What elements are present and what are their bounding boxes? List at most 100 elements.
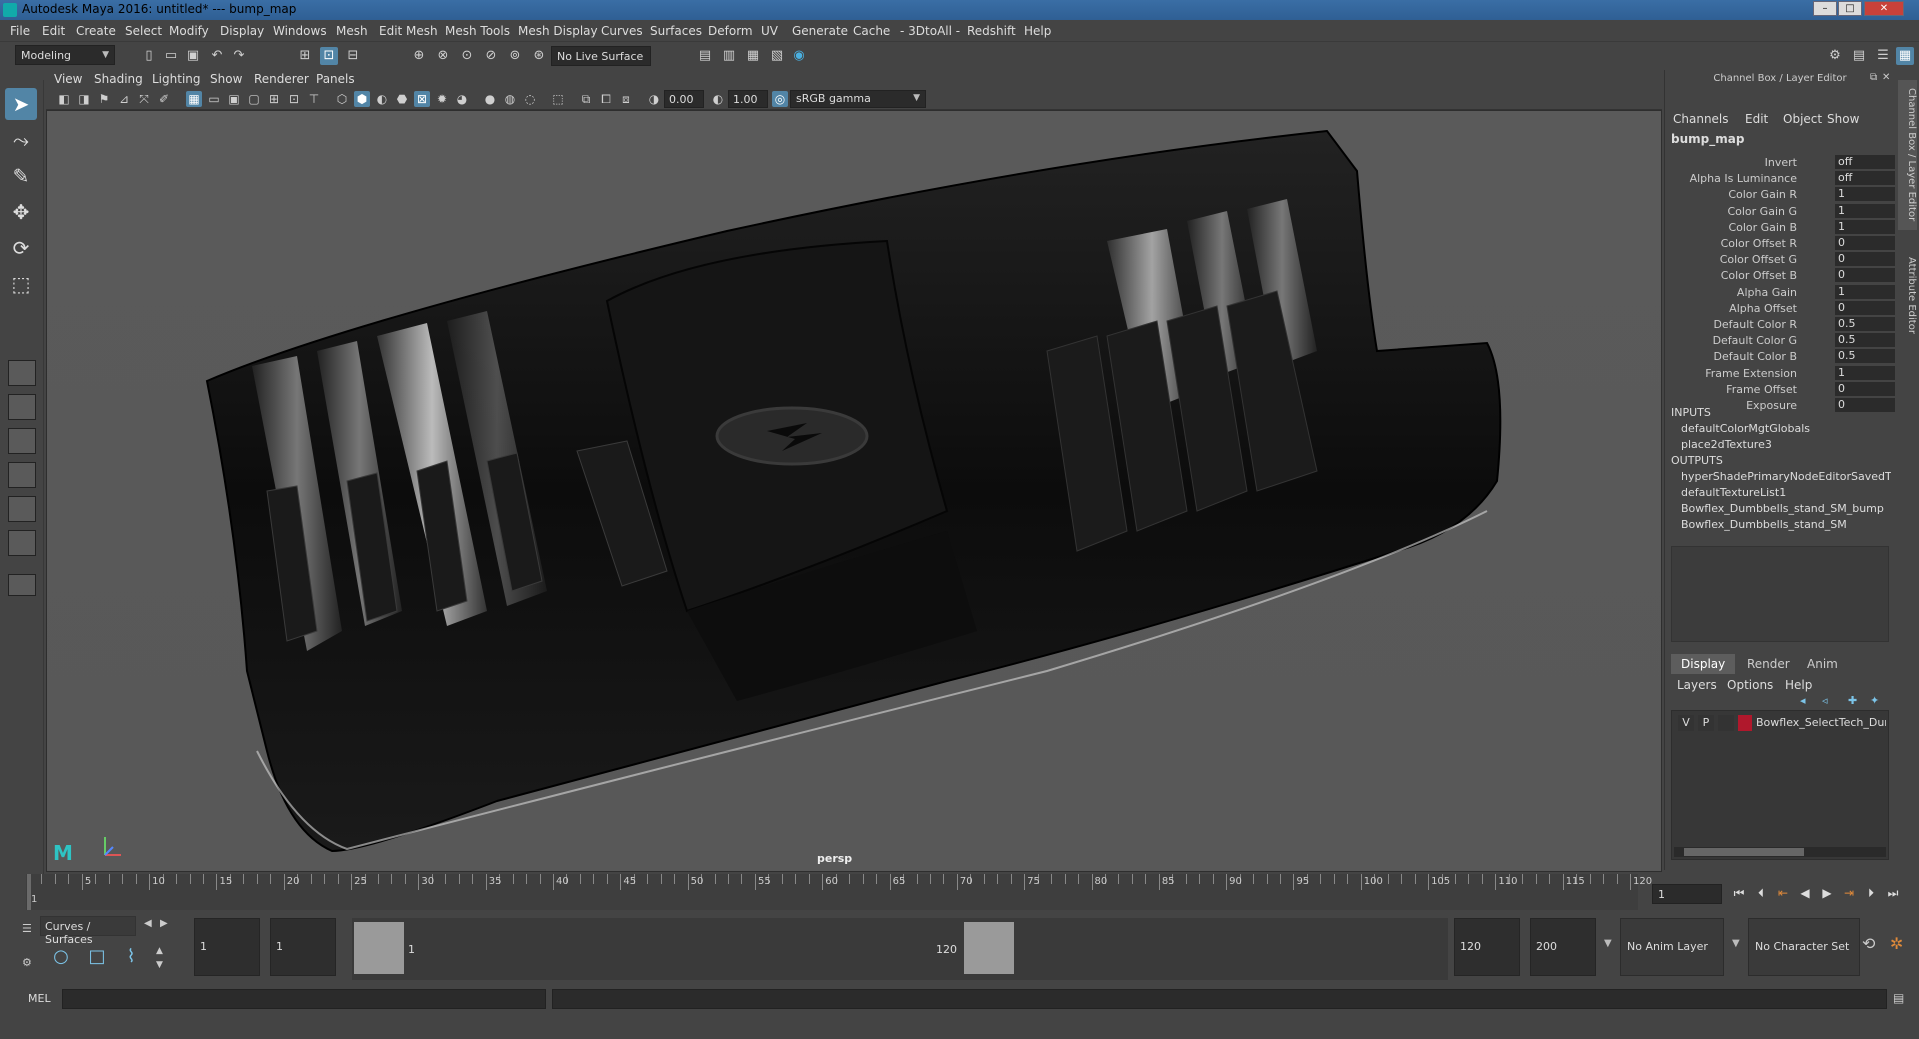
mel-input-field[interactable]	[62, 989, 546, 1009]
layer-menu-options[interactable]: Options	[1727, 678, 1773, 692]
output-node[interactable]: Bowflex_Dumbbells_stand_SM_bump	[1681, 502, 1891, 515]
open-scene-icon[interactable]: ▭	[162, 47, 180, 65]
camera-select-icon[interactable]: ◧	[56, 91, 72, 107]
attribute-value[interactable]: 0.5	[1835, 317, 1895, 331]
close-button[interactable]: ✕	[1864, 1, 1904, 16]
camera-attributes-icon[interactable]: ◨	[76, 91, 92, 107]
shelf-tab[interactable]: Curves / Surfaces	[40, 916, 136, 946]
menu-surfaces[interactable]: Surfaces	[650, 24, 702, 38]
attribute-row[interactable]: Alpha Is Luminance off	[1665, 171, 1895, 186]
select-tool-icon[interactable]: ➤	[5, 88, 37, 120]
layer-display-type[interactable]	[1718, 715, 1734, 731]
tab-render[interactable]: Render	[1737, 654, 1800, 674]
bookmark-icon[interactable]: ⚑	[96, 91, 112, 107]
xray-joints-icon[interactable]: ⧠	[598, 91, 614, 107]
menu-mesh-display[interactable]: Mesh Display	[518, 24, 598, 38]
menu-edit[interactable]: Edit	[42, 24, 65, 38]
character-set-dropdown[interactable]: No Character Set	[1748, 918, 1860, 976]
panel-menu-show[interactable]: Show	[210, 72, 242, 86]
snap-surface-icon[interactable]: ⊚	[506, 47, 524, 65]
selected-node-name[interactable]: bump_map	[1671, 132, 1744, 146]
time-ruler[interactable]: 1 5 10 15 20 25 30 35 40 45 50 55 60 65 70 75 80 85 90 95 10…	[26, 874, 1652, 910]
resolution-gate-icon[interactable]: ▣	[226, 91, 242, 107]
new-layer-selected-icon[interactable]: ✦	[1870, 694, 1879, 707]
float-panel-icon[interactable]: ⧉	[1870, 72, 1877, 83]
cb-menu-object[interactable]: Object	[1783, 112, 1822, 126]
attribute-row[interactable]: Default Color B 0.5	[1665, 349, 1895, 364]
shelf-scroll-up-icon[interactable]: ▲	[156, 946, 163, 956]
current-frame-field[interactable]: 1	[1652, 884, 1722, 904]
chevron-down-icon[interactable]: ▼	[1604, 938, 1612, 949]
live-surface-field[interactable]: No Live Surface	[551, 46, 651, 66]
attribute-value[interactable]: 0	[1835, 252, 1895, 267]
animation-end-field[interactable]: 200	[1530, 918, 1596, 976]
textured-icon[interactable]: ⊠	[414, 91, 430, 107]
tab-display[interactable]: Display	[1671, 654, 1736, 674]
redo-icon[interactable]: ↷	[230, 47, 248, 65]
attribute-value[interactable]: 1	[1835, 219, 1895, 234]
screen-space-ao-icon[interactable]: ●	[482, 91, 498, 107]
layer-scrollbar[interactable]	[1674, 847, 1886, 857]
menu-modify[interactable]: Modify	[169, 24, 209, 38]
menu-windows[interactable]: Windows	[273, 24, 327, 38]
attribute-row[interactable]: Color Offset G 0	[1665, 252, 1895, 267]
nurbs-circle-icon[interactable]: ○	[48, 944, 74, 970]
safe-action-icon[interactable]: ⊡	[286, 91, 302, 107]
range-track[interactable]: 1 120	[352, 918, 1448, 980]
gate-mask-icon[interactable]: ▢	[246, 91, 262, 107]
safe-title-icon[interactable]: ⊤	[306, 91, 322, 107]
menu-deform[interactable]: Deform	[708, 24, 753, 38]
cb-menu-channels[interactable]: Channels	[1673, 112, 1729, 126]
shelf-settings-icon[interactable]: ⚙	[22, 956, 32, 969]
wireframe-on-shaded-icon[interactable]: ⬣	[394, 91, 410, 107]
maximize-button[interactable]: □	[1838, 1, 1862, 16]
side-tab-channel-box[interactable]: Channel Box / Layer Editor	[1898, 80, 1917, 230]
hypershade-layout-icon[interactable]	[8, 530, 36, 556]
shelf-scroll-down-icon[interactable]: ▼	[156, 960, 163, 970]
menu-edit-mesh[interactable]: Edit Mesh	[379, 24, 438, 38]
xray-icon[interactable]: ⧉	[578, 91, 594, 107]
minimize-button[interactable]: –	[1813, 1, 1837, 16]
attribute-value[interactable]: 0	[1835, 300, 1895, 315]
new-scene-icon[interactable]: ▯	[140, 47, 158, 65]
use-all-lights-icon[interactable]: ✹	[434, 91, 450, 107]
snap-curve-icon[interactable]: ⊗	[434, 47, 452, 65]
snap-point-icon[interactable]: ⊙	[458, 47, 476, 65]
attribute-value[interactable]: 0	[1835, 268, 1895, 283]
menu-mesh-tools[interactable]: Mesh Tools	[445, 24, 510, 38]
paint-select-icon[interactable]: ✎	[5, 160, 37, 192]
animation-prefs-icon[interactable]: ✲	[1890, 934, 1903, 953]
lasso-tool-icon[interactable]: ⤳	[5, 124, 37, 156]
play-backwards-icon[interactable]: ◀	[1796, 886, 1814, 902]
go-to-end-icon[interactable]: ⏭	[1884, 886, 1902, 902]
four-view-layout-icon[interactable]	[8, 394, 36, 420]
channel-box-toggle-icon[interactable]: ▦	[1896, 47, 1914, 65]
grid-icon[interactable]: ▦	[186, 91, 202, 107]
layer-playback-toggle[interactable]: P	[1698, 715, 1714, 731]
render-frame-icon[interactable]: ▥	[720, 47, 738, 65]
move-layer-up-icon[interactable]: ◂	[1800, 694, 1806, 707]
range-start-handle[interactable]	[354, 922, 404, 974]
shelf-menu-icon[interactable]: ☰	[22, 922, 32, 935]
step-back-frame-icon[interactable]: ⏴	[1752, 886, 1770, 902]
cb-menu-show[interactable]: Show	[1827, 112, 1859, 126]
side-tab-attribute-editor[interactable]: Attribute Editor	[1898, 240, 1917, 350]
step-back-key-icon[interactable]: ⇤	[1774, 886, 1792, 902]
menu-create[interactable]: Create	[76, 24, 116, 38]
range-end-handle[interactable]	[964, 922, 1014, 974]
grease-pencil-icon[interactable]: ✐	[156, 91, 172, 107]
menu-generate[interactable]: Generate	[792, 24, 848, 38]
attribute-value[interactable]: 1	[1835, 284, 1895, 299]
ipr-render-icon[interactable]: ▦	[744, 47, 762, 65]
viewport-persp[interactable]: M persp	[46, 110, 1662, 872]
output-node[interactable]: Bowflex_Dumbbells_stand_SM	[1681, 518, 1891, 531]
exposure-icon[interactable]: ◑	[646, 91, 662, 107]
render-settings-icon[interactable]: ▤	[696, 47, 714, 65]
attribute-row[interactable]: Color Offset B 0	[1665, 268, 1895, 283]
step-forward-key-icon[interactable]: ⇥	[1840, 886, 1858, 902]
menu-mesh[interactable]: Mesh	[336, 24, 368, 38]
input-node[interactable]: place2dTexture3	[1681, 438, 1891, 451]
output-node[interactable]: defaultTextureList1	[1681, 486, 1891, 499]
film-gate-icon[interactable]: ▭	[206, 91, 222, 107]
attribute-row[interactable]: Default Color R 0.5	[1665, 317, 1895, 332]
